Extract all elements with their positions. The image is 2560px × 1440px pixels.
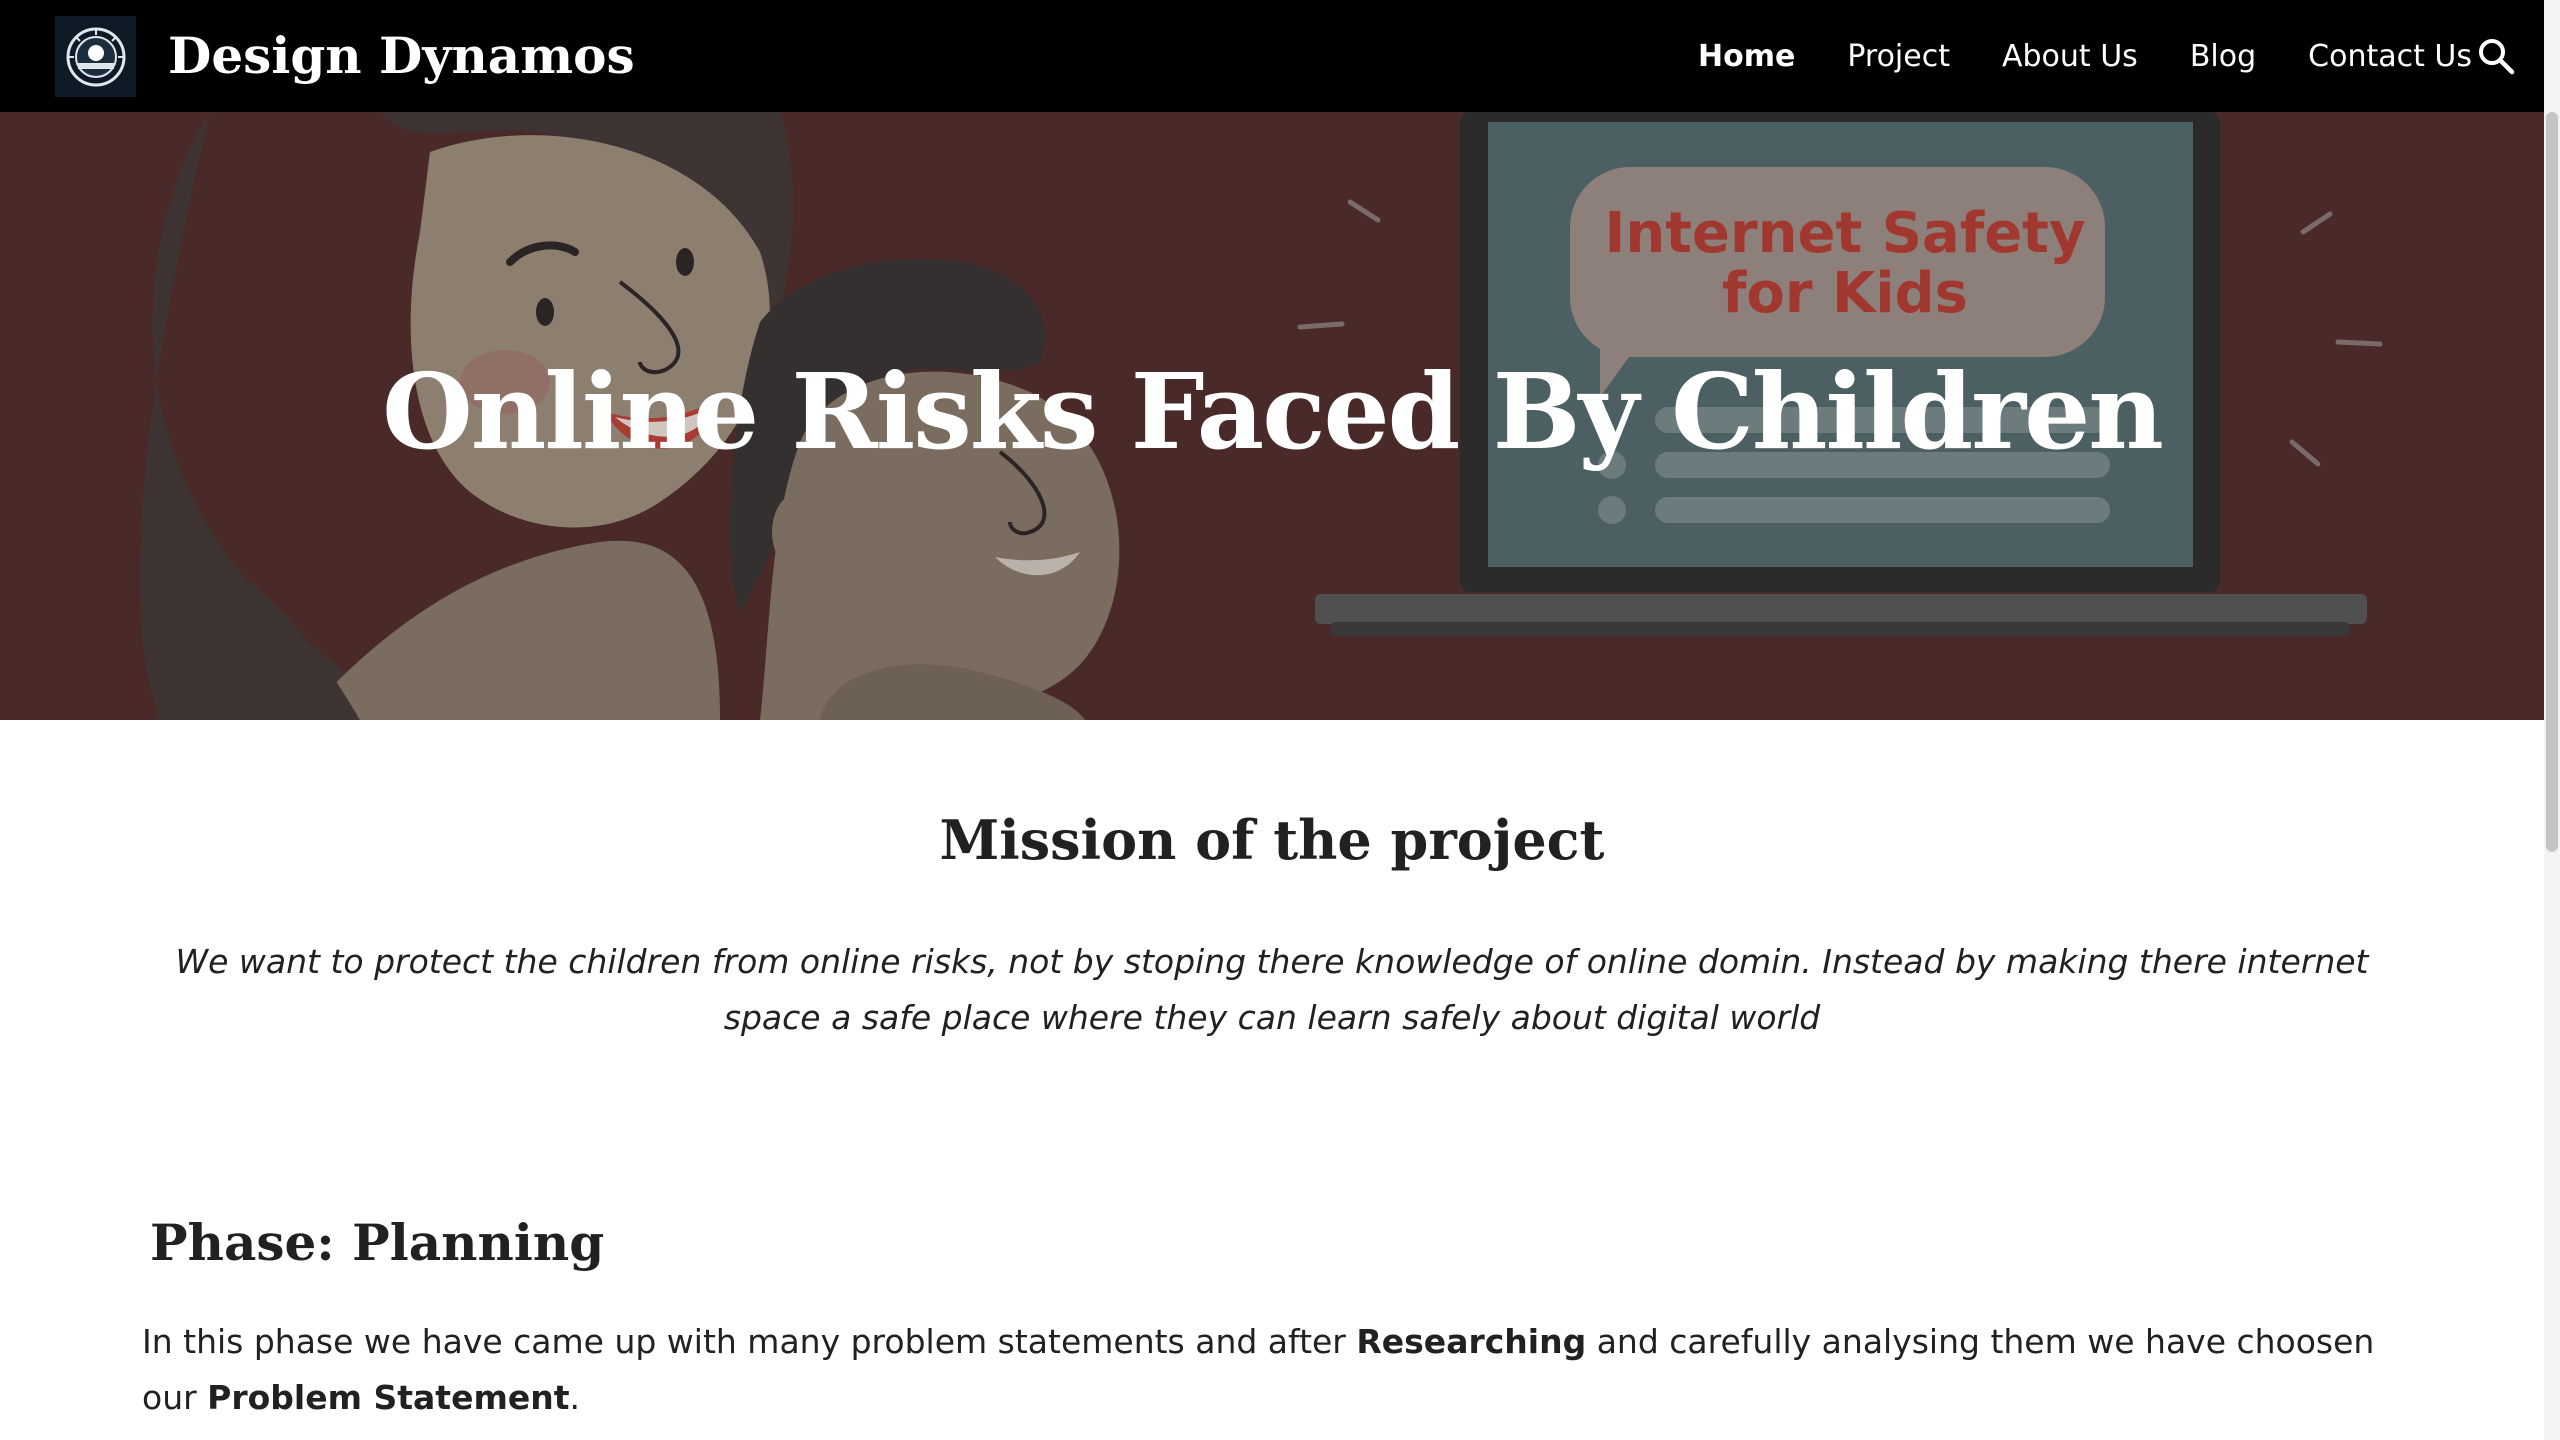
nav-project[interactable]: Project	[1847, 39, 1950, 74]
hero-image-text-line1: Internet Safety	[1605, 201, 2086, 266]
search-button[interactable]	[2472, 32, 2520, 80]
main-navigation: Home Project About Us Blog Contact Us	[1698, 0, 2524, 112]
top-navigation-bar: Design Dynamos Home Project About Us Blo…	[0, 0, 2544, 112]
phase-heading: Phase: Planning	[150, 1213, 605, 1272]
hero-banner: Internet Safety for Kids Online Risks Fa…	[0, 112, 2544, 720]
page-scrollbar-thumb[interactable]	[2546, 112, 2558, 852]
badge-icon	[66, 27, 125, 86]
search-icon	[2479, 39, 2515, 75]
site-logo-icon[interactable]	[55, 16, 136, 97]
site-title[interactable]: Design Dynamos	[168, 22, 635, 90]
nav-about-us[interactable]: About Us	[2002, 39, 2138, 74]
mission-text: We want to protect the children from onl…	[175, 942, 2369, 1037]
hero-image-text-line2: for Kids	[1722, 261, 1968, 326]
mission-heading: Mission of the project	[939, 808, 1605, 872]
phase-text-bold-researching: Researching	[1356, 1322, 1587, 1361]
nav-home[interactable]: Home	[1698, 39, 1795, 74]
hero-title: Online Risks Faced By Children	[382, 350, 2164, 473]
phase-text-part3: .	[569, 1378, 581, 1417]
phase-text: In this phase we have came up with many …	[142, 1314, 2402, 1426]
nav-contact-us[interactable]: Contact Us	[2308, 39, 2472, 74]
phase-text-bold-problem-statement: Problem Statement	[207, 1378, 570, 1417]
phase-text-part1: In this phase we have came up with many …	[142, 1322, 1357, 1361]
nav-blog[interactable]: Blog	[2190, 39, 2256, 74]
